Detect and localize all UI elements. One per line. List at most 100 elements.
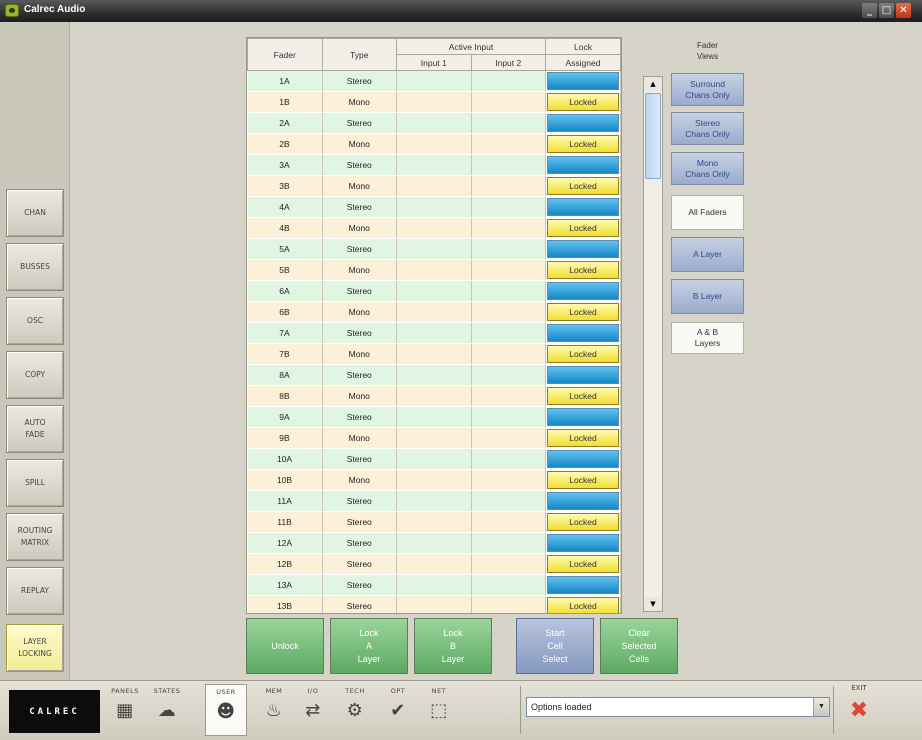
unlocked-indicator[interactable]: [546, 282, 619, 300]
unlocked-indicator[interactable]: [546, 450, 619, 468]
minimize-button[interactable]: _: [862, 3, 877, 18]
input2-cell[interactable]: [471, 448, 546, 470]
nav-button-replay[interactable]: REPLAY: [6, 567, 64, 615]
lock-cell[interactable]: Locked: [545, 553, 621, 575]
unlocked-indicator[interactable]: [546, 156, 619, 174]
tab-panels[interactable]: PANELS ▦: [104, 684, 146, 736]
fader-cell[interactable]: 2B: [247, 133, 323, 155]
lock-cell[interactable]: Locked: [545, 469, 621, 491]
lock-cell[interactable]: Locked: [545, 91, 621, 113]
table-row[interactable]: 1A Stereo: [247, 70, 621, 92]
lock-cell[interactable]: [545, 448, 621, 470]
input2-cell[interactable]: [471, 91, 546, 113]
lock-cell[interactable]: Locked: [545, 259, 621, 281]
input2-cell[interactable]: [471, 469, 546, 491]
view-button-all-faders[interactable]: All Faders: [671, 195, 744, 230]
lock-cell[interactable]: [545, 364, 621, 386]
lock-b-layer-button[interactable]: Lock B Layer: [414, 618, 492, 674]
scroll-up-arrow-icon[interactable]: ▲: [644, 77, 662, 91]
type-cell[interactable]: Stereo: [322, 112, 398, 134]
input1-cell[interactable]: [396, 574, 472, 596]
type-cell[interactable]: Mono: [322, 175, 398, 197]
unlocked-indicator[interactable]: [546, 198, 619, 216]
locked-indicator[interactable]: Locked: [546, 387, 619, 405]
input2-cell[interactable]: [471, 259, 546, 281]
locked-indicator[interactable]: Locked: [546, 513, 619, 531]
fader-cell[interactable]: 4B: [247, 217, 323, 239]
table-row[interactable]: 1B Mono Locked: [247, 91, 621, 113]
unlocked-indicator[interactable]: [546, 366, 619, 384]
input1-cell[interactable]: [396, 238, 472, 260]
view-button-mono-chans-only[interactable]: Mono Chans Only: [671, 152, 744, 185]
fader-cell[interactable]: 3A: [247, 154, 323, 176]
fader-cell[interactable]: 8A: [247, 364, 323, 386]
clear-selected-cells-button[interactable]: Clear Selected Cells: [600, 618, 678, 674]
input1-cell[interactable]: [396, 448, 472, 470]
fader-cell[interactable]: 12A: [247, 532, 323, 554]
input1-cell[interactable]: [396, 91, 472, 113]
input2-cell[interactable]: [471, 406, 546, 428]
lock-cell[interactable]: [545, 112, 621, 134]
lock-cell[interactable]: [545, 154, 621, 176]
fader-cell[interactable]: 2A: [247, 112, 323, 134]
type-cell[interactable]: Stereo: [322, 532, 398, 554]
input1-cell[interactable]: [396, 322, 472, 344]
type-cell[interactable]: Mono: [322, 91, 398, 113]
status-select[interactable]: Options loaded ▼: [526, 697, 830, 717]
lock-cell[interactable]: Locked: [545, 511, 621, 533]
nav-button-routing-matrix[interactable]: ROUTING MATRIX: [6, 513, 64, 561]
input2-cell[interactable]: [471, 511, 546, 533]
table-row[interactable]: 4B Mono Locked: [247, 217, 621, 239]
type-cell[interactable]: Stereo: [322, 448, 398, 470]
type-cell[interactable]: Stereo: [322, 553, 398, 575]
input2-cell[interactable]: [471, 532, 546, 554]
type-cell[interactable]: Mono: [322, 301, 398, 323]
locked-indicator[interactable]: Locked: [546, 261, 619, 279]
input2-cell[interactable]: [471, 70, 546, 92]
nav-button-busses[interactable]: BUSSES: [6, 243, 64, 291]
input2-cell[interactable]: [471, 133, 546, 155]
unlocked-indicator[interactable]: [546, 240, 619, 258]
input1-cell[interactable]: [396, 343, 472, 365]
fader-cell[interactable]: 13B: [247, 595, 323, 613]
input1-cell[interactable]: [396, 112, 472, 134]
locked-indicator[interactable]: Locked: [546, 345, 619, 363]
table-row[interactable]: 10B Mono Locked: [247, 469, 621, 491]
lock-cell[interactable]: Locked: [545, 301, 621, 323]
type-cell[interactable]: Stereo: [322, 511, 398, 533]
exit-button[interactable]: EXIT ✖: [838, 684, 880, 736]
lock-cell[interactable]: Locked: [545, 133, 621, 155]
lock-cell[interactable]: Locked: [545, 595, 621, 613]
table-row[interactable]: 11A Stereo: [247, 490, 621, 512]
lock-cell[interactable]: [545, 490, 621, 512]
input1-cell[interactable]: [396, 217, 472, 239]
lock-cell[interactable]: [545, 532, 621, 554]
input1-cell[interactable]: [396, 385, 472, 407]
input2-cell[interactable]: [471, 154, 546, 176]
lock-a-layer-button[interactable]: Lock A Layer: [330, 618, 408, 674]
table-row[interactable]: 3B Mono Locked: [247, 175, 621, 197]
unlocked-indicator[interactable]: [546, 72, 619, 90]
lock-cell[interactable]: Locked: [545, 427, 621, 449]
input2-cell[interactable]: [471, 238, 546, 260]
lock-cell[interactable]: [545, 322, 621, 344]
table-row[interactable]: 4A Stereo: [247, 196, 621, 218]
table-row[interactable]: 7A Stereo: [247, 322, 621, 344]
table-row[interactable]: 3A Stereo: [247, 154, 621, 176]
type-cell[interactable]: Stereo: [322, 574, 398, 596]
input2-cell[interactable]: [471, 595, 546, 613]
input2-cell[interactable]: [471, 427, 546, 449]
lock-cell[interactable]: [545, 70, 621, 92]
locked-indicator[interactable]: Locked: [546, 555, 619, 573]
tab-states[interactable]: STATES ☁: [146, 684, 188, 736]
locked-indicator[interactable]: Locked: [546, 429, 619, 447]
input2-cell[interactable]: [471, 175, 546, 197]
table-row[interactable]: 7B Mono Locked: [247, 343, 621, 365]
input2-cell[interactable]: [471, 364, 546, 386]
fader-cell[interactable]: 12B: [247, 553, 323, 575]
table-row[interactable]: 2B Mono Locked: [247, 133, 621, 155]
fader-cell[interactable]: 11A: [247, 490, 323, 512]
view-button-surround-chans-only[interactable]: Surround Chans Only: [671, 73, 744, 106]
table-row[interactable]: 8B Mono Locked: [247, 385, 621, 407]
input2-cell[interactable]: [471, 112, 546, 134]
